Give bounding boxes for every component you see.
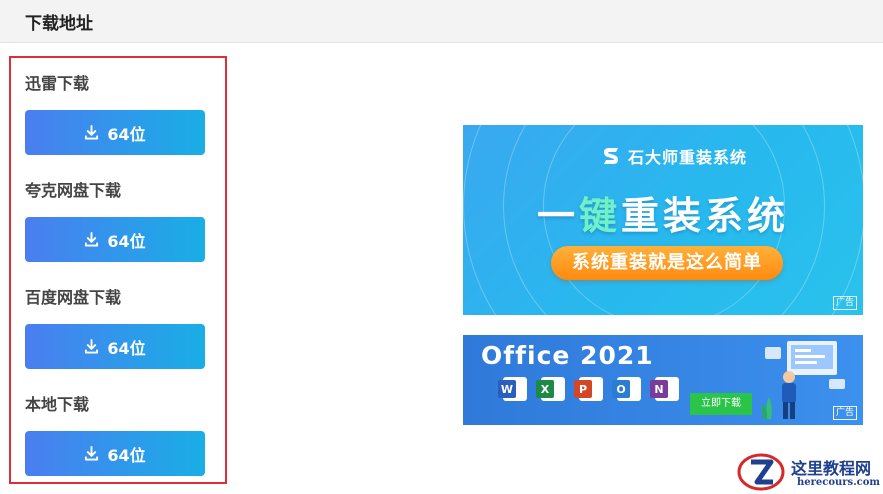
excel-icon-letter: X xyxy=(536,380,554,398)
office-app-icons: W X P O N xyxy=(498,377,693,401)
ad-tag: 广告 xyxy=(832,296,857,310)
word-icon-letter: W xyxy=(498,380,516,398)
watermark-url: herecours.com xyxy=(797,477,881,488)
download-button-label: 64位 xyxy=(107,231,146,251)
powerpoint-icon: P xyxy=(574,377,603,401)
ad-headline: 一键重装系统 xyxy=(463,185,863,240)
download-label-local: 本地下载 xyxy=(25,395,90,414)
download-button-local-64[interactable]: 64位 xyxy=(25,431,205,476)
download-icon xyxy=(85,339,99,354)
powerpoint-icon-letter: P xyxy=(574,380,592,398)
ad-office-title: Office 2021 xyxy=(481,341,654,370)
download-label-quark: 夸克网盘下载 xyxy=(25,181,122,200)
ad-headline-part1: 一 xyxy=(536,194,579,238)
download-button-xunlei-64[interactable]: 64位 xyxy=(25,110,205,155)
onenote-icon-letter: N xyxy=(650,380,668,398)
download-icon xyxy=(85,446,99,461)
ad-headline-accent: 键 xyxy=(578,194,621,238)
ad-headline-part2: 重装系统 xyxy=(621,194,790,238)
section-header: 下载地址 xyxy=(0,0,883,43)
download-icon xyxy=(85,232,99,247)
ad-download-now-button[interactable]: 立即下载 xyxy=(690,393,752,415)
download-button-baidu-64[interactable]: 64位 xyxy=(25,324,205,369)
download-button-quark-64[interactable]: 64位 xyxy=(25,217,205,262)
ad-banner-office[interactable]: Office 2021 W X P O N 立即下载 广告 xyxy=(463,335,863,425)
download-panel: 迅雷下载 64位 夸克网盘下载 64位 百度网盘下载 64位 本地下载 64位 xyxy=(9,56,227,484)
z-logo-icon xyxy=(737,453,785,491)
download-button-label: 64位 xyxy=(107,445,146,465)
download-icon xyxy=(85,125,99,140)
excel-icon: X xyxy=(536,377,565,401)
ad-slogan-pill: 系统重装就是这么简单 xyxy=(551,246,783,280)
section-title: 下载地址 xyxy=(25,14,93,34)
download-label-baidu: 百度网盘下载 xyxy=(25,288,122,307)
brand-logo-icon xyxy=(604,148,618,164)
watermark-title: 这里教程网 xyxy=(791,459,872,478)
ad-brand-text: 石大师重装系统 xyxy=(628,148,748,167)
ad-tag: 广告 xyxy=(832,406,857,420)
download-label-xunlei: 迅雷下载 xyxy=(25,74,90,93)
word-icon: W xyxy=(498,377,527,401)
site-watermark: 这里教程网 herecours.com xyxy=(735,450,883,494)
ad-brand: 石大师重装系统 xyxy=(601,144,747,168)
download-button-label: 64位 xyxy=(107,338,146,358)
onenote-icon: N xyxy=(650,377,679,401)
outlook-icon: O xyxy=(612,377,641,401)
outlook-icon-letter: O xyxy=(612,380,630,398)
download-button-label: 64位 xyxy=(107,124,146,144)
ad-banner-reinstall[interactable]: 石大师重装系统 一键重装系统 系统重装就是这么简单 广告 xyxy=(463,125,863,315)
